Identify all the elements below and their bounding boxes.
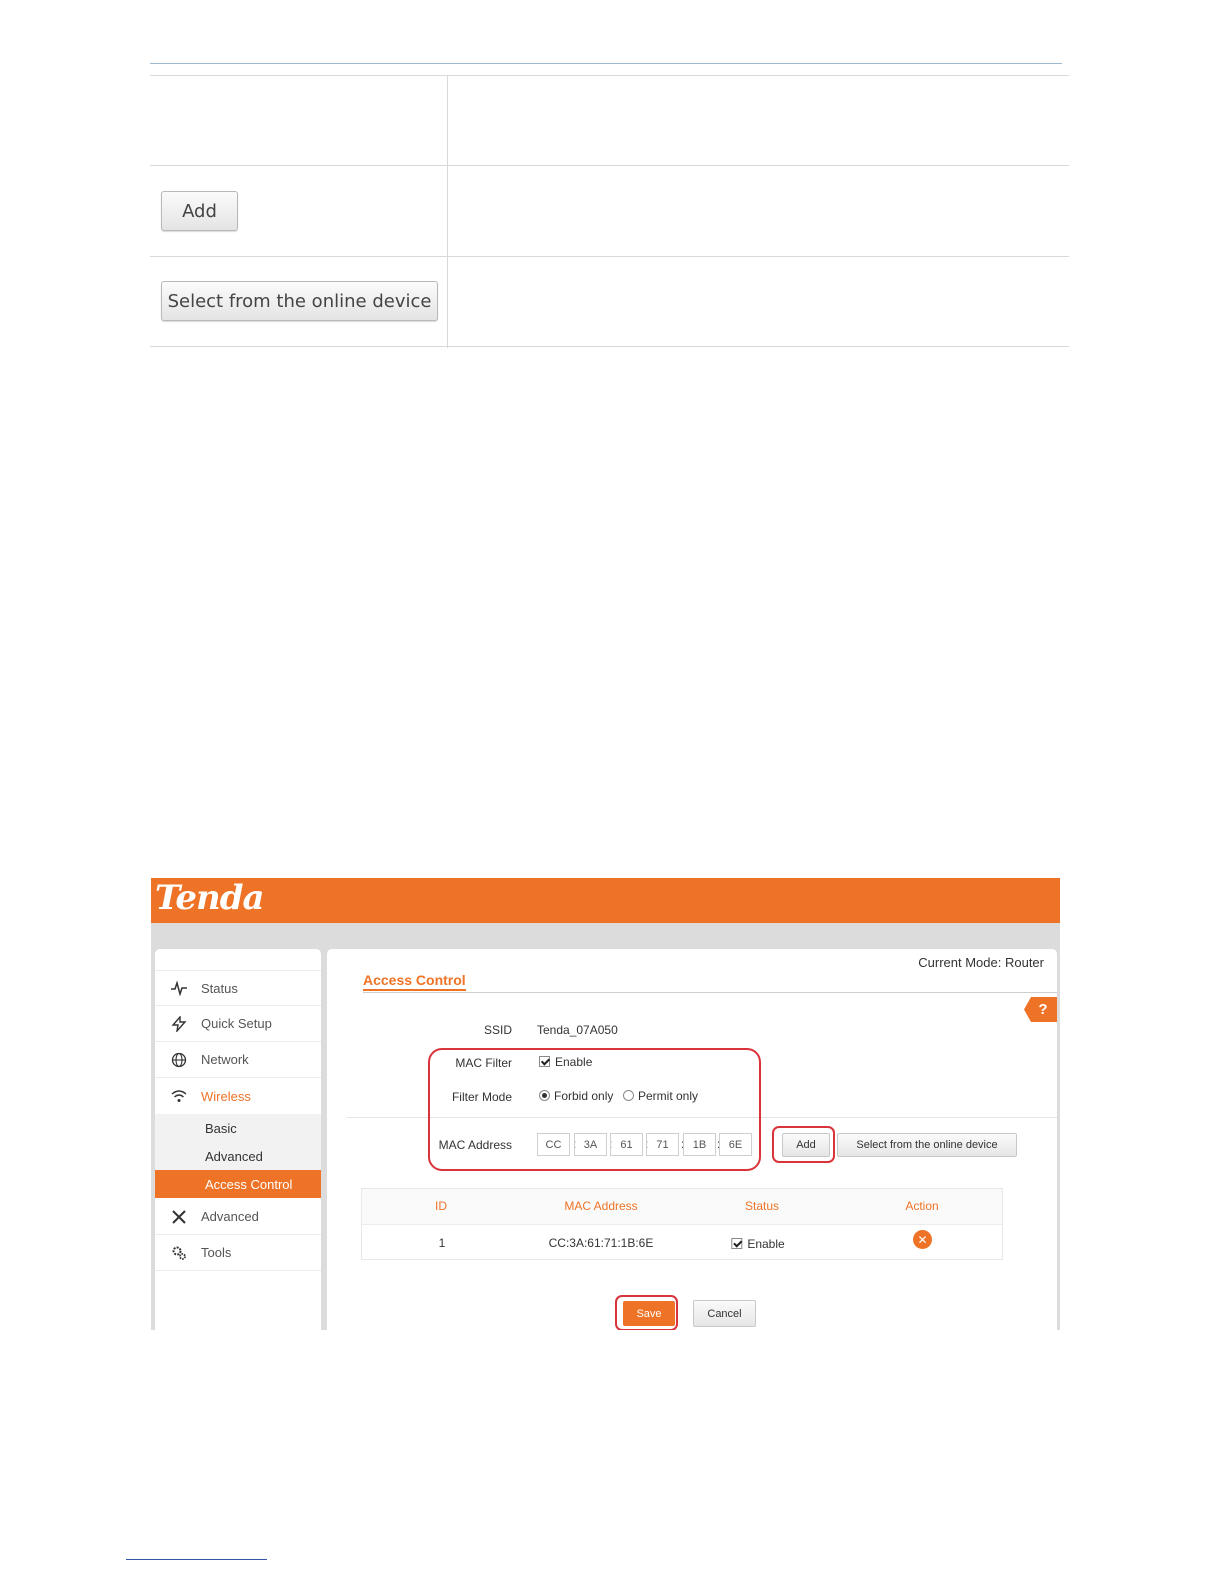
sidebar-item-label: Network: [201, 1052, 249, 1067]
doc-add-button: Add: [161, 191, 238, 231]
ssid-label: SSID: [483, 1023, 512, 1037]
sidebar-item-network[interactable]: Network: [155, 1042, 321, 1078]
gray-bar: [151, 923, 1060, 949]
table-border: [150, 75, 1069, 76]
highlight-filter-settings: [428, 1048, 761, 1171]
sidebar-item-status[interactable]: Status: [155, 970, 321, 1006]
sidebar-sub-advanced[interactable]: Advanced: [155, 1142, 321, 1170]
header-rule: [150, 63, 1062, 64]
globe-icon: [170, 1051, 188, 1069]
select-online-device-button[interactable]: Select from the online device: [837, 1133, 1017, 1157]
current-mode: Current Mode: Router: [918, 955, 1044, 970]
row-id: 1: [438, 1236, 446, 1250]
sidebar-item-label: Status: [201, 980, 238, 996]
pulse-icon: [170, 979, 188, 997]
ssid-value: Tenda_07A050: [537, 1023, 618, 1037]
tools-icon: [170, 1208, 188, 1226]
top-bar: Tenda: [151, 878, 1060, 923]
table-border: [150, 256, 1069, 257]
description-table: Add Select from the online device: [150, 75, 1069, 348]
sidebar-item-wireless[interactable]: Wireless: [155, 1078, 321, 1114]
sidebar-item-label: Quick Setup: [201, 1016, 272, 1031]
gears-icon: [170, 1244, 188, 1262]
col-header-mac: MAC Address: [564, 1199, 638, 1213]
footnote-rule: [126, 1559, 267, 1560]
col-header-action: Action: [905, 1199, 939, 1213]
table-border: [150, 346, 1069, 347]
mac-filter-table: ID MAC Address Status Action 1 CC:3A:61:…: [361, 1188, 1003, 1260]
sidebar-sub-access-control[interactable]: Access Control: [155, 1170, 321, 1198]
sidebar-sub-basic[interactable]: Basic: [155, 1114, 321, 1142]
doc-select-online-device-button: Select from the online device: [161, 281, 438, 321]
sidebar-item-label: Wireless: [201, 1088, 251, 1104]
delete-icon[interactable]: ✕: [913, 1230, 932, 1249]
col-header-status: Status: [744, 1199, 780, 1213]
row-status-label: Enable: [747, 1237, 785, 1251]
page-title: Access Control: [363, 972, 466, 991]
table-divider: [447, 75, 448, 348]
highlight-save-button: [615, 1295, 678, 1330]
highlight-add-button: [772, 1126, 835, 1163]
tenda-logo: Tenda: [155, 878, 265, 918]
table-border: [150, 165, 1069, 166]
row-status-checkbox[interactable]: [731, 1238, 743, 1249]
sidebar-item-quick-setup[interactable]: Quick Setup: [155, 1006, 321, 1042]
row-status[interactable]: Enable: [731, 1237, 785, 1251]
title-divider: [363, 992, 1057, 993]
sidebar: Status Quick Setup Network Wireless Basi…: [155, 949, 321, 1330]
sidebar-item-advanced[interactable]: Advanced: [155, 1199, 321, 1235]
col-header-id: ID: [435, 1199, 447, 1213]
sidebar-item-label: Tools: [201, 1245, 232, 1260]
sidebar-item-label: Advanced: [201, 1209, 259, 1224]
help-button[interactable]: ?: [1024, 997, 1057, 1022]
cancel-button[interactable]: Cancel: [693, 1300, 756, 1327]
router-web-ui: Tenda Status Quick Setup Network Wireles…: [151, 878, 1060, 1330]
row-mac: CC:3A:61:71:1B:6E: [548, 1236, 654, 1250]
sidebar-item-tools[interactable]: Tools: [155, 1235, 321, 1271]
lightning-icon: [170, 1015, 188, 1033]
wifi-icon: [170, 1087, 188, 1105]
